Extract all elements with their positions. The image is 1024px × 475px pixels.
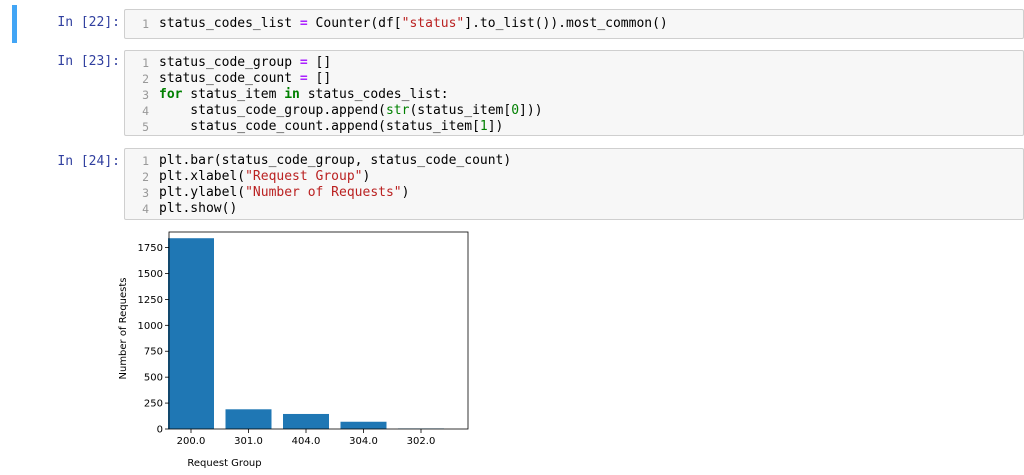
code-text: plt.xlabel("Request Group")	[159, 169, 370, 185]
code-line[interactable]: 4 plt.show()	[125, 201, 1023, 217]
line-number: 4	[142, 202, 149, 216]
code-text: plt.show()	[159, 201, 237, 217]
y-tick-label: 1000	[138, 321, 163, 332]
code-text: status_code_count.append(status_item[1])	[159, 119, 503, 135]
code-token: ]))	[519, 103, 543, 118]
code-token: =	[299, 71, 308, 86]
code-cell-22[interactable]: In [22]: 1 status_codes_list = Counter(df…	[12, 5, 1024, 43]
code-line[interactable]: 1 status_code_group = []	[125, 55, 1023, 71]
line-number: 1	[142, 154, 149, 168]
code-token: plt.ylabel(	[159, 185, 246, 200]
line-number: 1	[142, 17, 149, 31]
code-token: 1	[479, 119, 488, 134]
cell-input-editor[interactable]: 1 plt.bar(status_code_group, status_code_…	[124, 148, 1024, 220]
y-axis-label: Number of Requests	[118, 278, 129, 380]
bar-404.0	[283, 413, 329, 429]
line-number: 3	[142, 186, 149, 200]
code-token: )	[401, 185, 410, 200]
y-tick-label: 1750	[138, 243, 163, 254]
line-number: 4	[142, 104, 149, 118]
y-tick-label: 0	[157, 425, 163, 436]
code-token: status_code_group	[159, 55, 300, 70]
code-cell-23[interactable]: In [23]: 1 status_code_group = [] 2 status_…	[12, 50, 1024, 138]
cell-input-editor[interactable]: 1 status_code_group = [] 2 status_code_coun…	[124, 50, 1024, 136]
code-token: "Request Group"	[245, 169, 363, 184]
cell-prompt: In [23]:	[57, 54, 120, 69]
code-line[interactable]: 2 plt.xlabel("Request Group")	[125, 169, 1023, 185]
code-token: ])	[487, 119, 504, 134]
bar-chart: 200.0 301.0 404.0 304.0 302.0 0 250 500 750 1000 1…	[118, 231, 469, 469]
code-token: 0	[511, 103, 520, 118]
y-tick-label: 500	[144, 373, 163, 384]
bar-200.0	[168, 238, 214, 429]
code-line[interactable]: 3 plt.ylabel("Number of Requests")	[125, 185, 1023, 201]
cell-prompt: In [22]:	[57, 15, 120, 30]
selected-cell-indicator	[12, 5, 17, 43]
code-text: plt.bar(status_code_group, status_code_c…	[159, 153, 511, 169]
code-token: in	[284, 87, 300, 102]
code-token: status_item	[182, 87, 285, 102]
line-number: 3	[142, 88, 149, 102]
code-token: "status"	[401, 16, 465, 31]
code-token: ].to_list()).most_common()	[464, 16, 668, 31]
code-token: Counter(df[	[307, 16, 402, 31]
line-number: 2	[142, 72, 149, 86]
x-tick-label: 200.0	[177, 436, 206, 447]
code-text: plt.ylabel("Number of Requests")	[159, 185, 409, 201]
cell-input-editor[interactable]: 1 status_codes_list = Counter(df["status"…	[124, 9, 1024, 39]
code-token: status_codes_list	[159, 16, 300, 31]
code-token: =	[299, 55, 308, 70]
code-token: plt.bar(status_code_group, status_code_c…	[159, 153, 512, 168]
y-tick-label: 250	[144, 399, 163, 410]
x-tick-label: 304.0	[349, 436, 378, 447]
code-token: status_codes_list:	[299, 87, 449, 102]
code-line[interactable]: 4 status_code_group.append(str(status_it…	[125, 103, 1023, 119]
line-number: 1	[142, 56, 149, 70]
code-token: "Number of Requests"	[245, 185, 402, 200]
code-token: []	[307, 71, 332, 86]
cell-output-area: 200.0 301.0 404.0 304.0 302.0 0 250 500 750 1000 1…	[112, 226, 482, 471]
x-tick-label: 404.0	[292, 436, 321, 447]
x-tick-label: 301.0	[234, 436, 263, 447]
code-token: for	[159, 87, 183, 102]
y-tick-label: 1250	[138, 295, 163, 306]
code-cell-24[interactable]: In [24]: 1 plt.bar(status_code_group, sta…	[12, 148, 1024, 222]
code-text: status_code_count = []	[159, 71, 331, 87]
bar-301.0	[225, 409, 272, 429]
code-text: status_code_group.append(str(status_item…	[159, 103, 543, 119]
code-token: plt.show()	[159, 201, 238, 216]
code-token: str	[385, 103, 410, 118]
code-text: for status_item in status_codes_list:	[159, 87, 449, 103]
code-line[interactable]: 2 status_code_count = []	[125, 71, 1023, 87]
code-line[interactable]: 1 plt.bar(status_code_group, status_code_…	[125, 153, 1023, 169]
code-token: )	[362, 169, 371, 184]
line-number: 2	[142, 170, 149, 184]
code-text: status_codes_list = Counter(df["status"]…	[159, 16, 668, 32]
code-token: plt.xlabel(	[159, 169, 246, 184]
cell-prompt: In [24]:	[57, 154, 120, 169]
code-token: status_code_count.append(status_item[	[159, 119, 480, 134]
y-tick-label: 750	[144, 347, 163, 358]
code-line[interactable]: 3 for status_item in status_codes_list:	[125, 87, 1023, 103]
x-axis-label: Request Group	[187, 458, 261, 469]
code-line[interactable]: 1 status_codes_list = Counter(df["status"…	[125, 16, 1023, 32]
y-tick-label: 1500	[138, 269, 163, 280]
code-line[interactable]: 5 status_code_count.append(status_item[1…	[125, 119, 1023, 135]
code-text: status_code_group = []	[159, 55, 331, 71]
code-token: status_code_count	[159, 71, 300, 86]
code-token: status_code_group.append(	[159, 103, 386, 118]
x-tick-label: 302.0	[407, 436, 436, 447]
line-number: 5	[142, 120, 149, 134]
bar-304.0	[340, 421, 387, 429]
code-token: []	[307, 55, 332, 70]
code-token: (status_item[	[409, 103, 512, 118]
code-token: =	[299, 16, 308, 31]
